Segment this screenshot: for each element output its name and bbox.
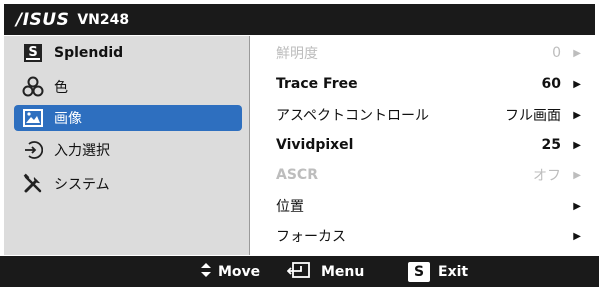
- setting-ascr[interactable]: ASCR オフ ▶: [276, 162, 581, 188]
- sidebar-item-label: システム: [54, 177, 110, 193]
- menu-hint: Menu: [286, 256, 365, 287]
- exit-label: Exit: [438, 263, 469, 280]
- sidebar-item-label: 入力選択: [54, 143, 110, 159]
- svg-text:S: S: [28, 45, 37, 60]
- splendid-icon: S: [22, 42, 44, 64]
- setting-value: 0: [552, 45, 561, 61]
- input-icon: [22, 139, 44, 161]
- setting-vividpixel[interactable]: Vividpixel 25 ▶: [276, 132, 581, 158]
- menu-label: Menu: [321, 263, 365, 280]
- setting-focus[interactable]: フォーカス ▶: [276, 223, 581, 249]
- arrow-right-icon: ▶: [573, 139, 581, 151]
- setting-label: Trace Free: [276, 76, 358, 92]
- settings-panel: 鮮明度 0 ▶ Trace Free 60 ▶ アスペクトコントロール フル画面…: [250, 36, 595, 255]
- sidebar-item-label: Splendid: [54, 45, 124, 61]
- exit-hint: S Exit: [408, 256, 468, 287]
- title-bar: /ISUS VN248: [4, 4, 595, 35]
- arrow-right-icon: ▶: [573, 78, 581, 90]
- move-hint: Move: [200, 256, 260, 287]
- setting-trace-free[interactable]: Trace Free 60 ▶: [276, 71, 581, 97]
- setting-label: ASCR: [276, 167, 318, 183]
- setting-value: 25: [541, 137, 561, 153]
- arrow-right-icon: ▶: [573, 200, 581, 212]
- sidebar: S Splendid 色 画像 入力選択 システム: [4, 36, 249, 255]
- move-label: Move: [218, 263, 261, 280]
- setting-label: 鮮明度: [276, 46, 318, 62]
- sidebar-item-system[interactable]: システム: [14, 171, 242, 197]
- sidebar-item-color[interactable]: 色: [14, 74, 242, 100]
- image-icon: [22, 107, 44, 129]
- setting-label: 位置: [276, 199, 304, 215]
- osd-window: /ISUS VN248 S Splendid 色 画像 入力選択 システム 鮮明…: [0, 0, 599, 287]
- setting-label: アスペクトコントロール: [276, 108, 430, 124]
- arrow-right-icon: ▶: [573, 169, 581, 181]
- up-down-arrows-icon: [200, 262, 212, 282]
- exit-key-icon: S: [408, 261, 430, 282]
- setting-value: フル画面: [505, 108, 561, 124]
- sidebar-item-splendid[interactable]: S Splendid: [14, 40, 242, 66]
- sidebar-item-image[interactable]: 画像: [14, 105, 242, 131]
- arrow-right-icon: ▶: [573, 109, 581, 121]
- arrow-right-icon: ▶: [573, 47, 581, 59]
- model-name: VN248: [77, 11, 130, 28]
- setting-sharpness[interactable]: 鮮明度 0 ▶: [276, 40, 581, 66]
- setting-position[interactable]: 位置 ▶: [276, 193, 581, 219]
- setting-aspect-control[interactable]: アスペクトコントロール フル画面 ▶: [276, 102, 581, 128]
- setting-value: 60: [541, 76, 561, 92]
- setting-label: Vividpixel: [276, 137, 354, 153]
- sidebar-item-input-select[interactable]: 入力選択: [14, 137, 242, 163]
- brand-logo: /ISUS: [16, 9, 70, 30]
- bottom-bar: Move Menu S Exit: [0, 256, 599, 287]
- setting-label: フォーカス: [276, 229, 346, 245]
- sidebar-item-label: 色: [54, 80, 68, 96]
- color-icon: [22, 76, 44, 98]
- enter-icon: [286, 261, 313, 282]
- arrow-right-icon: ▶: [573, 230, 581, 242]
- tools-icon: [22, 173, 44, 195]
- setting-value: オフ: [533, 168, 561, 184]
- sidebar-item-label: 画像: [54, 111, 82, 127]
